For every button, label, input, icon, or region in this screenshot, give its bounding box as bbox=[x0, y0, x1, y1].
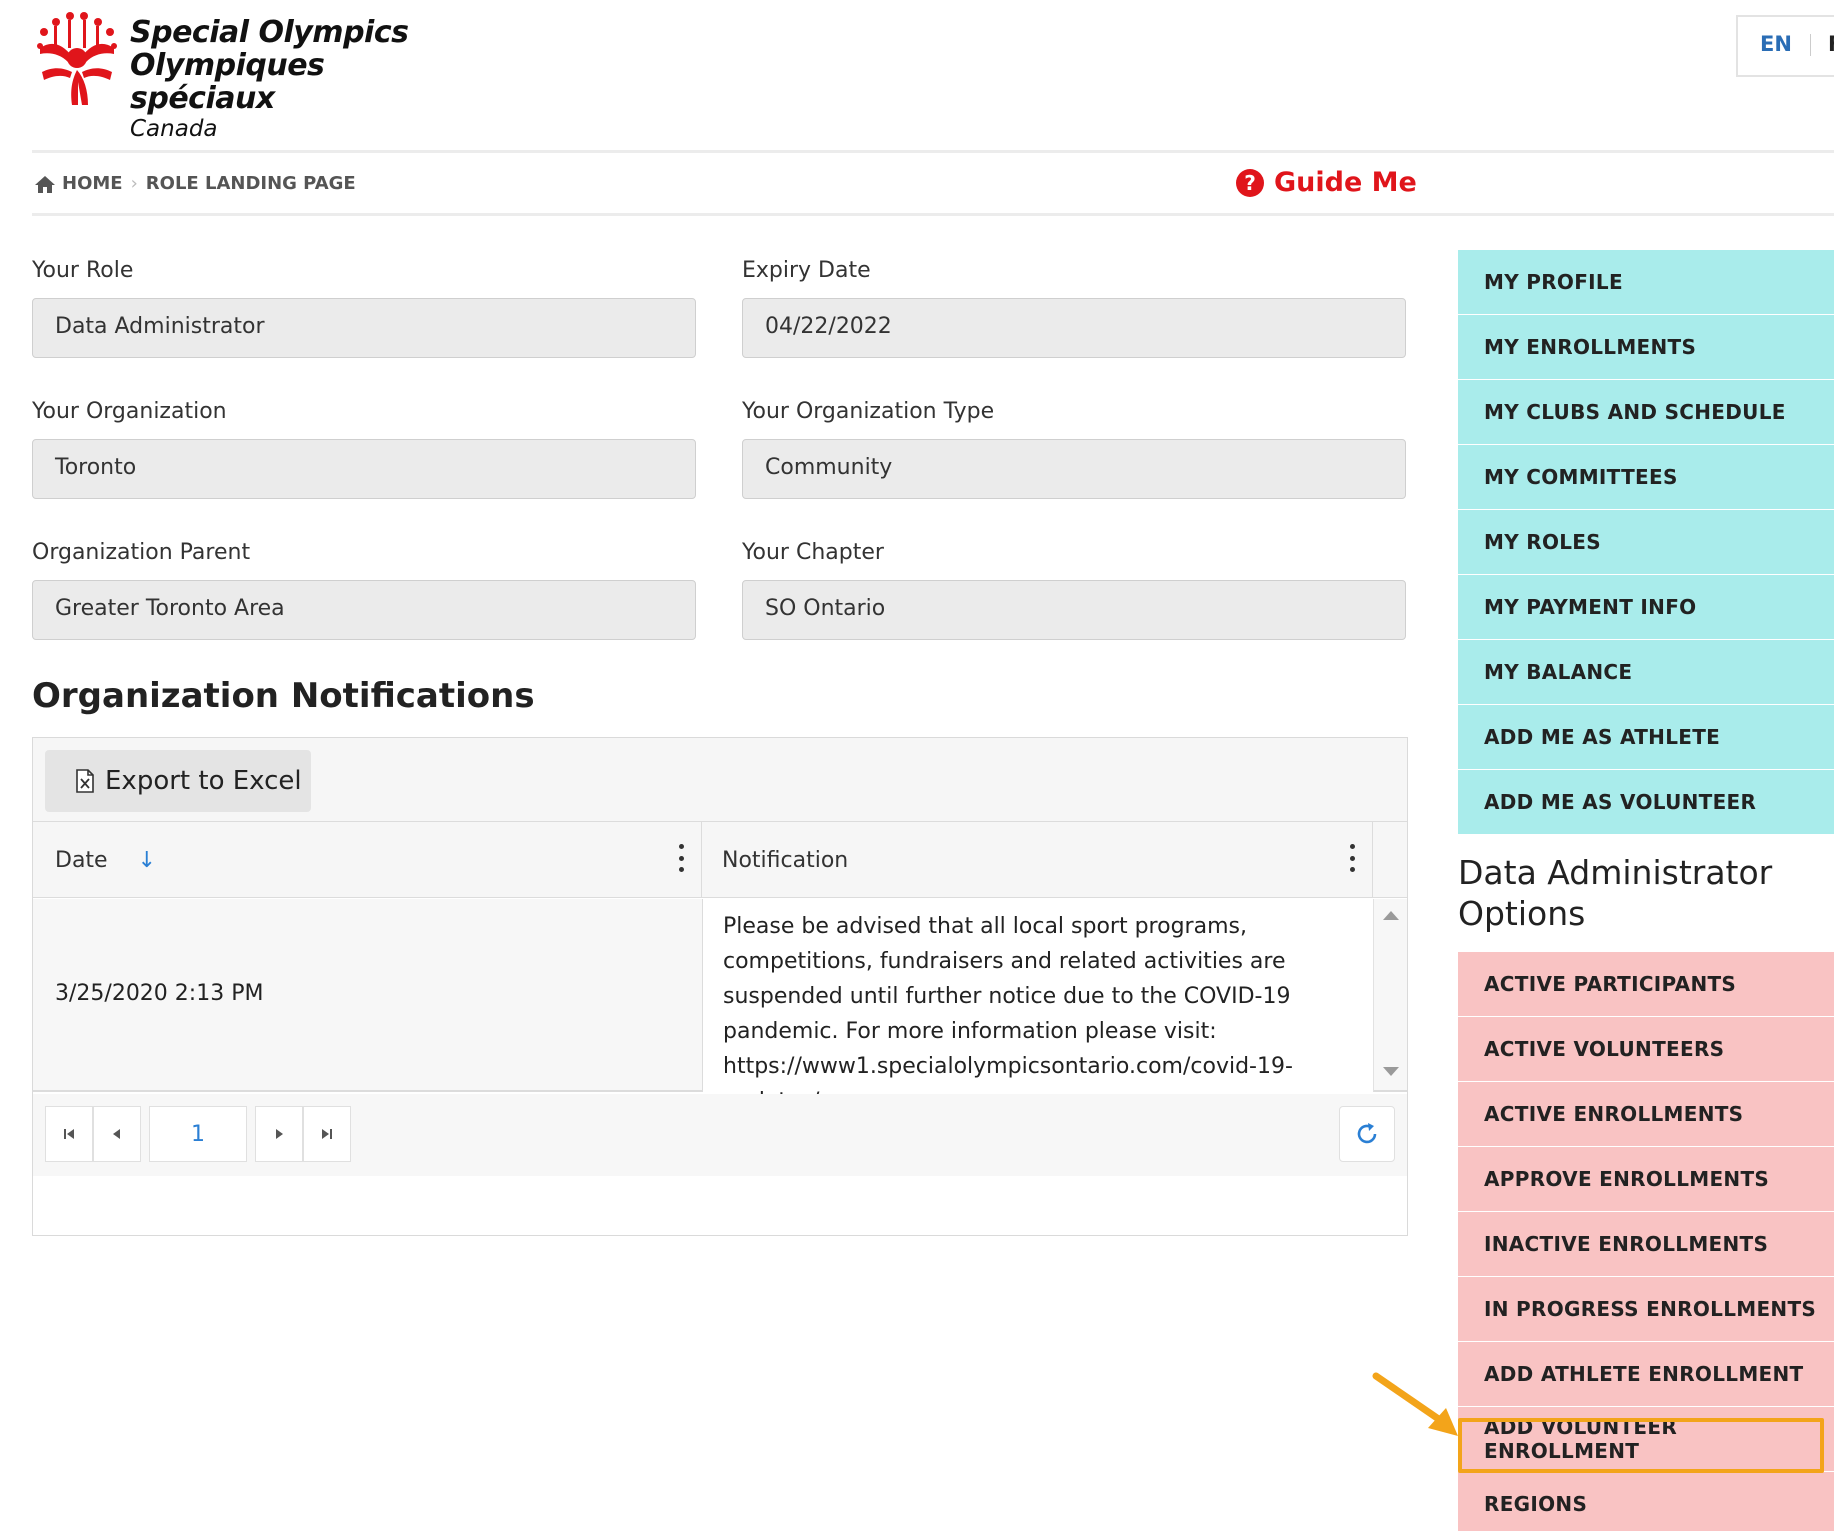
menu-item-approve-enrollments[interactable]: APPROVE ENROLLMENTS bbox=[1458, 1147, 1834, 1212]
organization-parent-label: Organization Parent bbox=[32, 540, 251, 565]
sort-descending-icon[interactable]: ↓ bbox=[138, 848, 156, 873]
next-page-button[interactable] bbox=[255, 1106, 303, 1162]
table-row[interactable]: 3/25/2020 2:13 PM Please be advised that… bbox=[33, 899, 1373, 1114]
grid-toolbar: Export to Excel bbox=[33, 738, 1407, 822]
grid-pager: 1 bbox=[33, 1094, 1407, 1176]
menu-item-my-balance[interactable]: MY BALANCE bbox=[1458, 640, 1834, 705]
organization-type-field: Community bbox=[742, 439, 1406, 499]
menu-item-in-progress-enrollments[interactable]: IN PROGRESS ENROLLMENTS bbox=[1458, 1277, 1834, 1342]
breadcrumb-bar: HOME › ROLE LANDING PAGE ? Guide Me bbox=[32, 150, 1834, 216]
notifications-grid: Export to Excel Date ↓ Notification 3/25… bbox=[32, 737, 1408, 1236]
grid-vertical-scrollbar[interactable] bbox=[1373, 899, 1407, 1092]
your-chapter-label: Your Chapter bbox=[742, 540, 884, 565]
admin-options-title-line-1: Data Administrator bbox=[1458, 853, 1773, 892]
special-olympics-logo-icon bbox=[37, 12, 117, 105]
menu-item-inactive-enrollments[interactable]: INACTIVE ENROLLMENTS bbox=[1458, 1212, 1834, 1277]
export-to-excel-label: Export to Excel bbox=[105, 766, 302, 796]
organization-type-label: Your Organization Type bbox=[742, 399, 995, 424]
menu-item-my-enrollments[interactable]: MY ENROLLMENTS bbox=[1458, 315, 1834, 380]
first-page-icon bbox=[64, 1129, 74, 1139]
menu-item-active-participants[interactable]: ACTIVE PARTICIPANTS bbox=[1458, 952, 1834, 1017]
notification-line: pandemic. For more information please vi… bbox=[723, 1019, 1217, 1044]
column-header-notification-label: Notification bbox=[722, 847, 849, 873]
expiry-date-field: 04/22/2022 bbox=[742, 298, 1406, 358]
annotation-arrow-icon bbox=[1372, 1372, 1458, 1436]
menu-item-add-volunteer-enrollment[interactable]: ADD VOLUNTEER ENROLLMENT bbox=[1458, 1407, 1834, 1472]
export-to-excel-button[interactable]: Export to Excel bbox=[45, 750, 311, 812]
last-page-icon bbox=[322, 1129, 332, 1139]
current-page-number[interactable]: 1 bbox=[149, 1106, 247, 1162]
your-role-field: Data Administrator bbox=[32, 298, 696, 358]
guide-me-label: Guide Me bbox=[1274, 167, 1417, 198]
organization-parent-field: Greater Toronto Area bbox=[32, 580, 696, 640]
language-divider bbox=[1810, 34, 1811, 56]
language-fr-link[interactable]: F bbox=[1828, 32, 1834, 56]
previous-page-icon bbox=[113, 1129, 120, 1139]
column-header-date-label: Date bbox=[55, 847, 108, 873]
breadcrumb: HOME › ROLE LANDING PAGE bbox=[34, 173, 356, 194]
your-organization-label: Your Organization bbox=[32, 399, 227, 424]
notification-line: suspended until further notice due to th… bbox=[723, 984, 1291, 1009]
first-page-button[interactable] bbox=[45, 1106, 93, 1162]
breadcrumb-chevron-icon: › bbox=[130, 173, 138, 194]
menu-item-my-profile[interactable]: MY PROFILE bbox=[1458, 250, 1834, 315]
breadcrumb-current-page: ROLE LANDING PAGE bbox=[145, 173, 356, 194]
notification-line: Please be advised that all local sport p… bbox=[723, 914, 1247, 939]
your-role-label: Your Role bbox=[32, 258, 134, 283]
excel-file-icon bbox=[76, 769, 94, 793]
column-header-date[interactable]: Date ↓ bbox=[33, 822, 702, 898]
column-menu-icon[interactable] bbox=[1350, 844, 1356, 872]
next-page-icon bbox=[276, 1129, 283, 1139]
menu-item-my-roles[interactable]: MY ROLES bbox=[1458, 510, 1834, 575]
your-organization-field: Toronto bbox=[32, 439, 696, 499]
your-chapter-field: SO Ontario bbox=[742, 580, 1406, 640]
logo-line-3: Canada bbox=[130, 116, 218, 142]
my-menu: MY PROFILE MY ENROLLMENTS MY CLUBS AND S… bbox=[1458, 250, 1834, 835]
last-page-button[interactable] bbox=[303, 1106, 351, 1162]
menu-item-add-athlete-enrollment[interactable]: ADD ATHLETE ENROLLMENT bbox=[1458, 1342, 1834, 1407]
language-en-link[interactable]: EN bbox=[1760, 32, 1792, 56]
refresh-icon bbox=[1357, 1123, 1377, 1144]
breadcrumb-home-link[interactable]: HOME bbox=[62, 173, 123, 194]
admin-options-title-line-2: Options bbox=[1458, 894, 1586, 933]
organization-notifications-title: Organization Notifications bbox=[32, 676, 535, 716]
row-notification-cell: Please be advised that all local sport p… bbox=[702, 899, 1373, 1114]
menu-item-regions[interactable]: REGIONS bbox=[1458, 1472, 1834, 1531]
admin-menu: ACTIVE PARTICIPANTS ACTIVE VOLUNTEERS AC… bbox=[1458, 952, 1834, 1531]
admin-options-title: Data Administrator Options bbox=[1458, 852, 1772, 934]
menu-item-add-me-as-volunteer[interactable]: ADD ME AS VOLUNTEER bbox=[1458, 770, 1834, 835]
previous-page-button[interactable] bbox=[93, 1106, 141, 1162]
expiry-date-label: Expiry Date bbox=[742, 258, 871, 283]
special-olympics-logo[interactable]: Special Olympics Olympiques spéciaux Can… bbox=[32, 10, 462, 142]
question-circle-icon: ? bbox=[1236, 168, 1264, 197]
grid-header-row: Date ↓ Notification bbox=[33, 822, 1407, 898]
refresh-button[interactable] bbox=[1339, 1106, 1395, 1162]
menu-item-my-payment-info[interactable]: MY PAYMENT INFO bbox=[1458, 575, 1834, 640]
language-switcher: EN F bbox=[1736, 15, 1834, 77]
notification-line: competitions, fundraisers and related ac… bbox=[723, 949, 1286, 974]
menu-item-active-enrollments[interactable]: ACTIVE ENROLLMENTS bbox=[1458, 1082, 1834, 1147]
column-menu-icon[interactable] bbox=[679, 844, 685, 872]
home-icon bbox=[35, 175, 55, 193]
menu-item-my-committees[interactable]: MY COMMITTEES bbox=[1458, 445, 1834, 510]
menu-item-active-volunteers[interactable]: ACTIVE VOLUNTEERS bbox=[1458, 1017, 1834, 1082]
logo-line-1: Special Olympics bbox=[130, 15, 409, 50]
guide-me-button[interactable]: ? Guide Me bbox=[1236, 167, 1417, 198]
menu-item-add-me-as-athlete[interactable]: ADD ME AS ATHLETE bbox=[1458, 705, 1834, 770]
menu-item-my-clubs-and-schedule[interactable]: MY CLUBS AND SCHEDULE bbox=[1458, 380, 1834, 445]
logo-line-2: Olympiques spéciaux bbox=[130, 48, 325, 116]
scroll-up-icon[interactable] bbox=[1383, 911, 1399, 920]
scroll-down-icon[interactable] bbox=[1383, 1067, 1399, 1076]
column-header-notification[interactable]: Notification bbox=[702, 822, 1373, 898]
row-date-cell: 3/25/2020 2:13 PM bbox=[55, 981, 264, 1006]
